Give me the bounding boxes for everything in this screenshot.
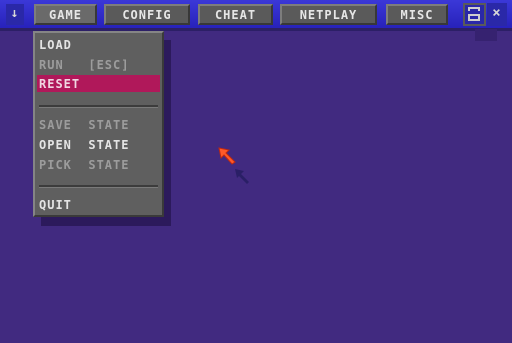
menu-item-pick-state[interactable]: PICK STATE [37, 156, 160, 173]
cursor-shadow-icon [235, 169, 249, 184]
restore-window-icon[interactable] [463, 3, 486, 26]
menu-game-button[interactable]: GAME [34, 4, 97, 25]
menu-misc-button[interactable]: MISC [386, 4, 448, 25]
game-dropdown-menu: LOAD RUN [ESC] RESET SAVE STATE OPEN STA… [33, 31, 164, 217]
dropdown-arrow-icon[interactable]: ↓ [6, 4, 24, 25]
menu-item-quit[interactable]: QUIT [37, 196, 160, 213]
menu-item-save-state[interactable]: SAVE STATE [37, 116, 160, 133]
menubar-corner-tab [475, 29, 497, 41]
menu-separator [39, 105, 158, 108]
menu-netplay-button[interactable]: NETPLAY [280, 4, 377, 25]
menu-item-reset[interactable]: RESET [37, 75, 160, 92]
menu-separator [39, 185, 158, 188]
menu-item-open-state[interactable]: OPEN STATE [37, 136, 160, 153]
menu-config-button[interactable]: CONFIG [104, 4, 190, 25]
close-icon[interactable]: × [487, 3, 507, 26]
menu-cheat-button[interactable]: CHEAT [198, 4, 273, 25]
menu-item-run[interactable]: RUN [ESC] [37, 56, 160, 73]
menu-item-load[interactable]: LOAD [37, 36, 160, 53]
cursor-arrow-icon [218, 147, 236, 165]
